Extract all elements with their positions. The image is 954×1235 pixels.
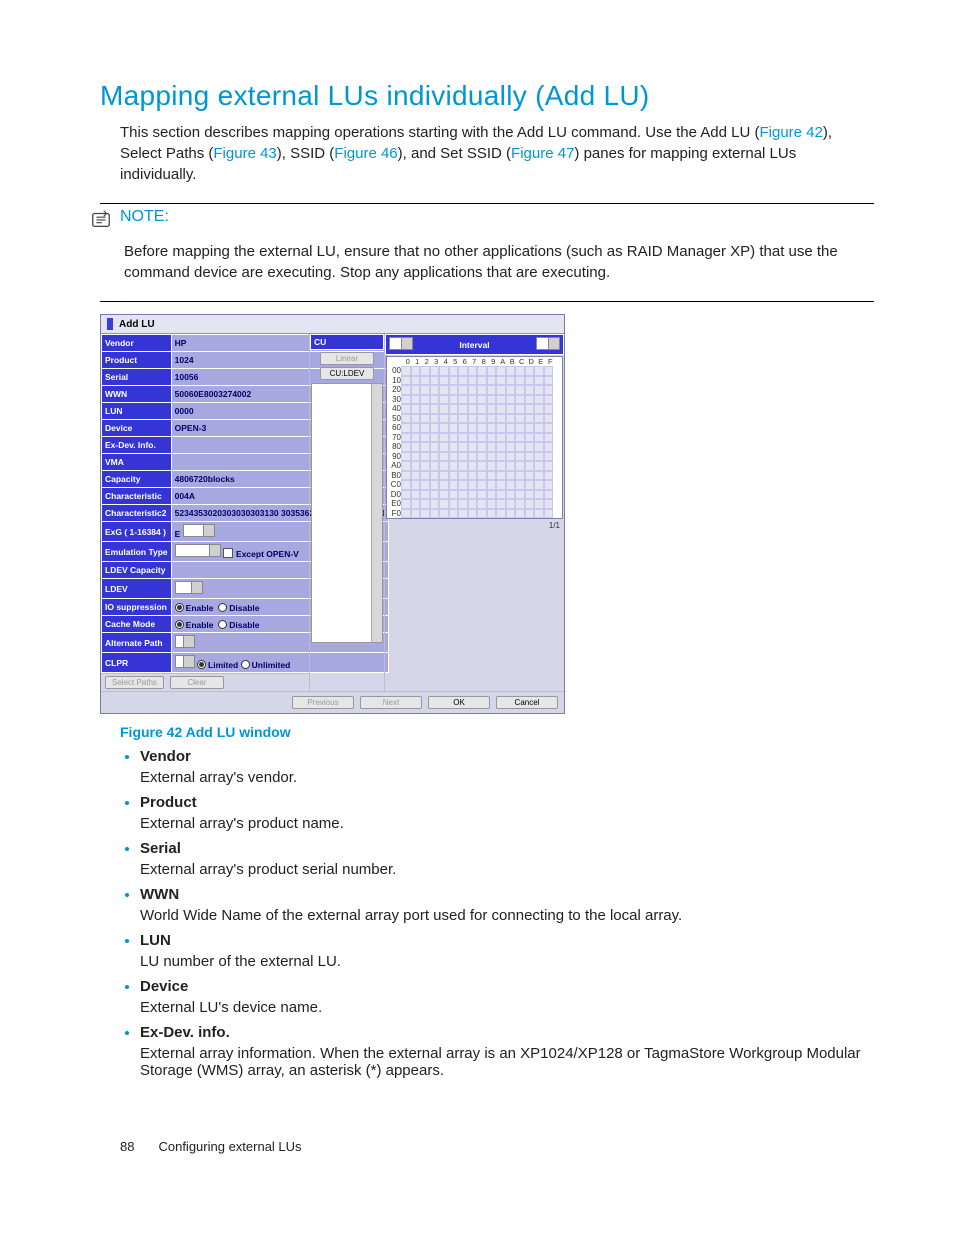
prop-key: Vendor <box>102 335 172 352</box>
pager: 1/1 <box>385 520 564 531</box>
prop-key: Device <box>102 420 172 437</box>
xref-fig43[interactable]: Figure 43 <box>213 145 276 162</box>
prop-key: Characteristic2 <box>102 505 172 522</box>
ok-button[interactable]: OK <box>428 696 490 709</box>
divider <box>100 301 874 302</box>
prop-key: Characteristic <box>102 488 172 505</box>
previous-button[interactable]: Previous <box>292 696 354 709</box>
cu-select[interactable] <box>389 337 413 350</box>
linear-button[interactable]: Linear <box>320 352 374 365</box>
row-emu-label: Emulation Type <box>102 542 172 562</box>
row-exg-label: ExG ( 1-16384 ) <box>102 522 172 542</box>
ldev-grid[interactable]: 0123456789ABCDEF 00102030405060708090A0B… <box>386 356 563 519</box>
field-descriptions: VendorExternal array's vendor. ProductExt… <box>140 748 874 1079</box>
page-title: Mapping external LUs individually (Add L… <box>100 80 874 112</box>
prop-key: Ex-Dev. Info. <box>102 437 172 454</box>
next-button[interactable]: Next <box>360 696 422 709</box>
page-number: 88 <box>120 1139 134 1154</box>
row-altpath-label: Alternate Path <box>102 633 172 653</box>
prop-key: Capacity <box>102 471 172 488</box>
divider <box>100 203 874 204</box>
figure-caption: Figure 42 Add LU window <box>120 724 874 740</box>
add-lu-dialog: Add LU VendorHPProduct1024Serial10056WWN… <box>100 314 565 714</box>
row-cache-label: Cache Mode <box>102 616 172 633</box>
scrollbar[interactable] <box>371 384 382 642</box>
note-label: NOTE: <box>120 208 169 226</box>
row-ldev-label: LDEV <box>102 579 172 599</box>
field-item: ProductExternal array's product name. <box>140 794 874 832</box>
prop-key: Serial <box>102 369 172 386</box>
xref-fig42[interactable]: Figure 42 <box>760 124 823 141</box>
cu-header: CU <box>314 337 326 347</box>
dialog-title-text: Add LU <box>119 319 155 330</box>
select-paths-button[interactable]: Select Paths <box>105 676 164 689</box>
prop-key: WWN <box>102 386 172 403</box>
note-body: Before mapping the external LU, ensure t… <box>124 241 874 283</box>
prop-key: VMA <box>102 454 172 471</box>
culdev-button[interactable]: CU:LDEV <box>320 367 374 380</box>
field-item: LUNLU number of the external LU. <box>140 932 874 970</box>
xref-fig46[interactable]: Figure 46 <box>334 145 397 162</box>
prop-key: Product <box>102 352 172 369</box>
field-item: VendorExternal array's vendor. <box>140 748 874 786</box>
prop-key: LUN <box>102 403 172 420</box>
row-ldevcap-label: LDEV Capacity <box>102 562 172 579</box>
cu-list[interactable] <box>311 383 383 643</box>
cancel-button[interactable]: Cancel <box>496 696 558 709</box>
intro-pre: This section describes mapping operation… <box>120 124 760 141</box>
title-marker <box>107 318 113 330</box>
field-item: WWNWorld Wide Name of the external array… <box>140 886 874 924</box>
dialog-titlebar: Add LU <box>101 315 564 334</box>
row-clpr-label: CLPR <box>102 653 172 673</box>
intro-paragraph: This section describes mapping operation… <box>120 122 874 185</box>
field-item: Ex-Dev. info.External array information.… <box>140 1024 874 1079</box>
clear-button[interactable]: Clear <box>170 676 224 689</box>
row-iosup-label: IO suppression <box>102 599 172 616</box>
field-item: SerialExternal array's product serial nu… <box>140 840 874 878</box>
xref-fig47[interactable]: Figure 47 <box>511 145 574 162</box>
field-item: DeviceExternal LU's device name. <box>140 978 874 1016</box>
interval-label: Interval <box>459 340 489 350</box>
note-icon <box>90 208 112 235</box>
interval-select[interactable] <box>536 337 560 350</box>
footer-section: Configuring external LUs <box>158 1139 301 1154</box>
